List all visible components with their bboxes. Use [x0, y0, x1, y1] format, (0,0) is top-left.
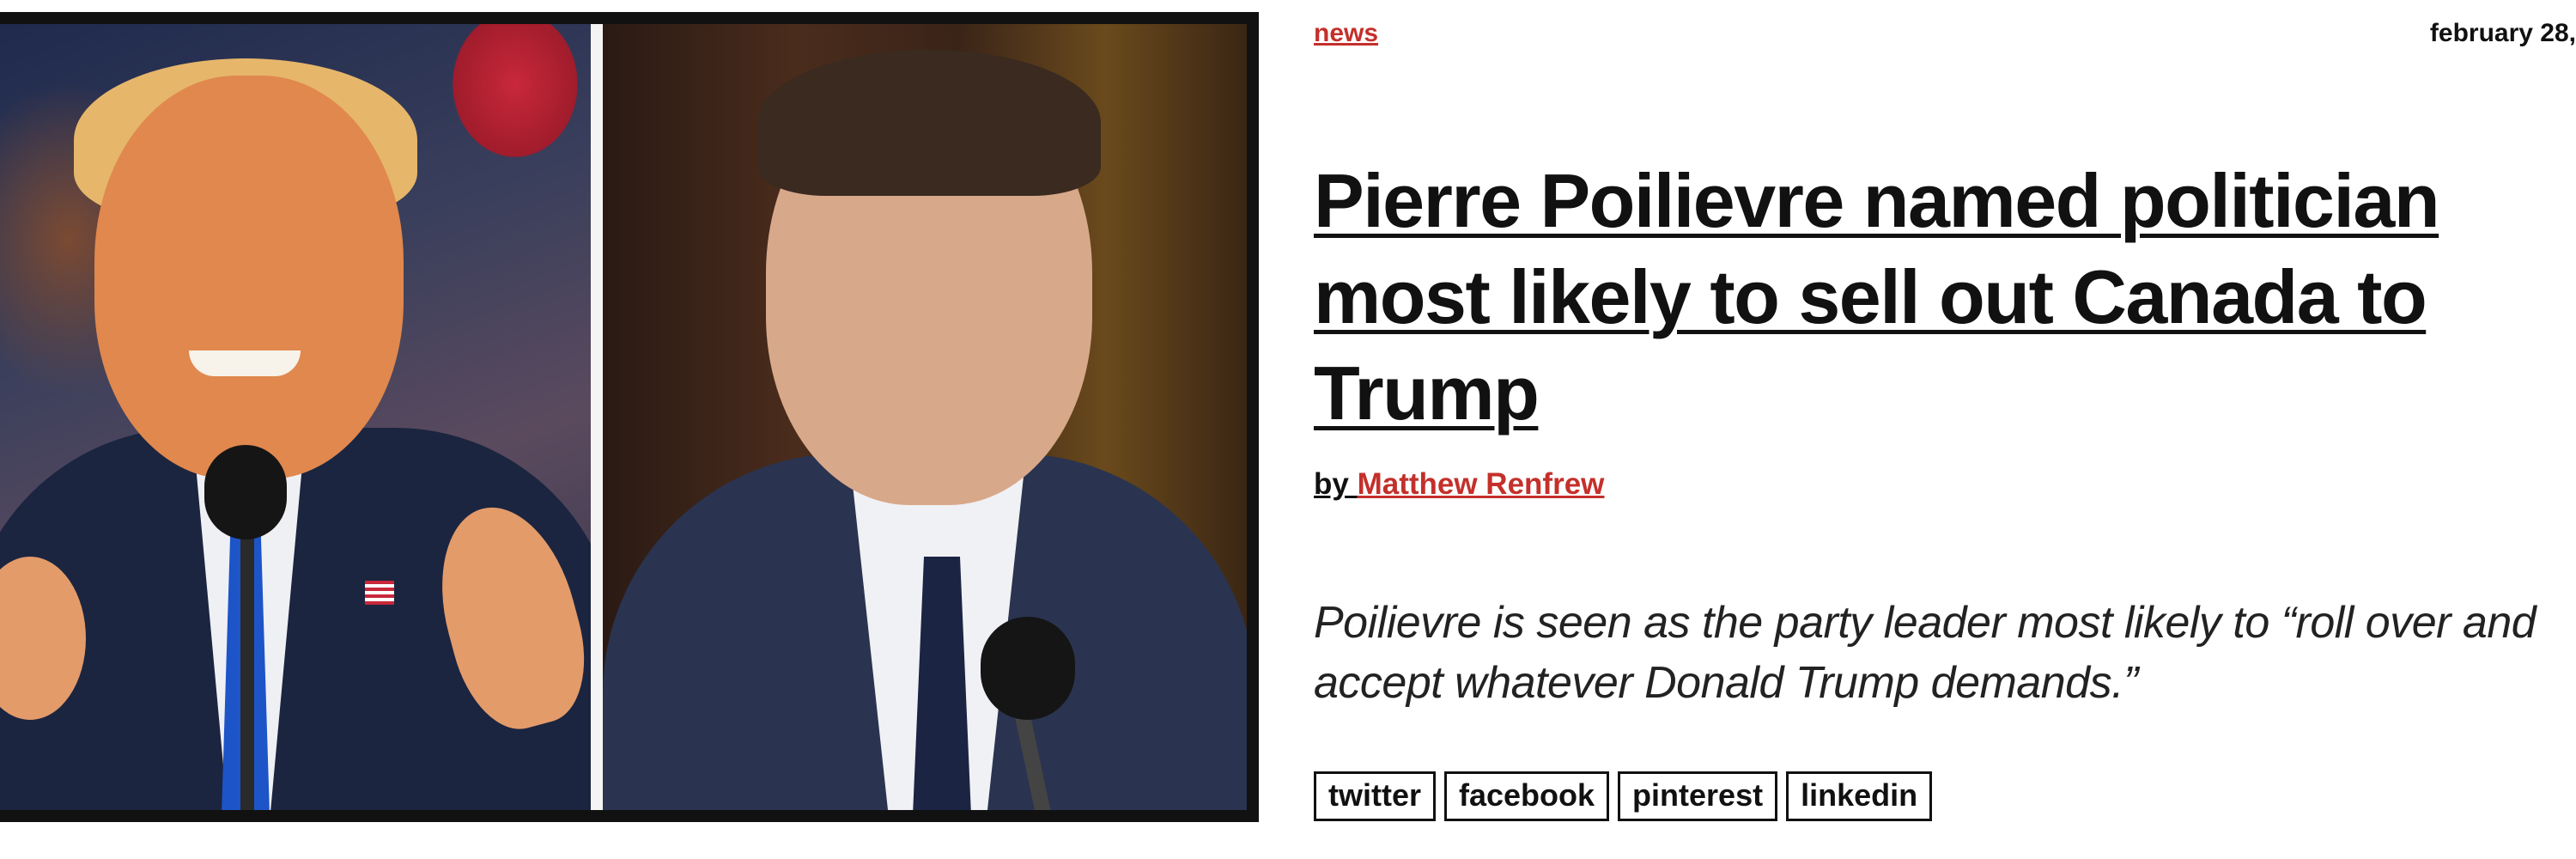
share-pinterest-button[interactable]: pinterest: [1618, 771, 1778, 821]
author-link[interactable]: Matthew Renfrew: [1358, 467, 1605, 501]
photo-donald-trump: [0, 24, 591, 810]
microphone-icon: [204, 445, 287, 539]
mouth-shape: [189, 350, 301, 376]
flag-pin-icon: [365, 581, 394, 605]
hair-shape: [757, 50, 1101, 196]
share-twitter-button[interactable]: twitter: [1314, 771, 1436, 821]
category-link[interactable]: news: [1314, 19, 1378, 48]
byline: by Matthew Renfrew: [1314, 467, 1604, 502]
article-dek: Poilievre is seen as the party leader mo…: [1314, 598, 2537, 708]
hero-image[interactable]: [0, 12, 1259, 822]
microphone-icon: [981, 617, 1075, 720]
publish-date: february 28,: [2429, 19, 2576, 47]
photo-pierre-poilievre: [603, 24, 1247, 810]
article-page: news february 28, Pierre Poilievre named…: [0, 0, 2576, 859]
share-facebook-button[interactable]: facebook: [1444, 771, 1610, 821]
mic-stand-shape: [240, 531, 254, 810]
byline-prefix: by: [1314, 467, 1358, 501]
article-headline[interactable]: Pierre Poilievre named politician most l…: [1314, 153, 2542, 442]
share-buttons: twitter facebook pinterest linkedin: [1314, 771, 1933, 821]
face-shape: [94, 76, 404, 479]
photo-divider: [591, 24, 603, 810]
share-linkedin-button[interactable]: linkedin: [1786, 771, 1933, 821]
article-header: news february 28, Pierre Poilievre named…: [1314, 0, 2576, 859]
